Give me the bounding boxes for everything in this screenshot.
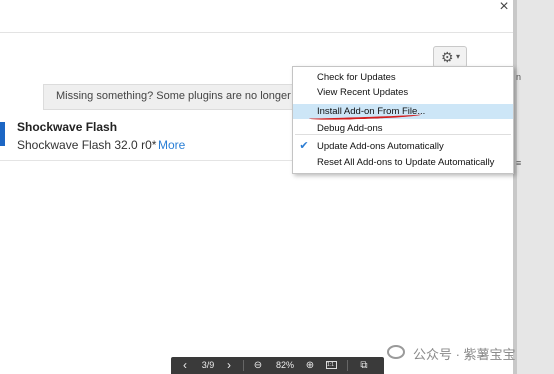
gear-icon: ⚙ xyxy=(441,49,454,65)
tools-gear-button[interactable]: ⚙ ▾ xyxy=(433,46,467,68)
plugin-icon xyxy=(0,122,5,146)
toolbar-separator xyxy=(243,360,244,371)
edge-fragment-2: ≡ xyxy=(516,158,522,168)
tools-dropdown-menu: Check for Updates View Recent Updates In… xyxy=(292,66,514,174)
edge-fragment: n xyxy=(516,72,522,82)
window-edge xyxy=(517,0,554,374)
zoom-in-icon[interactable]: ⊕ xyxy=(303,359,317,372)
list-divider xyxy=(0,160,300,161)
prev-page-icon[interactable]: ‹ xyxy=(179,359,191,372)
plugins-notice-banner: Missing something? Some plugins are no l… xyxy=(43,84,303,110)
watermark: 公众号 · 紫薯宝宝 xyxy=(383,343,543,363)
close-icon[interactable]: × xyxy=(495,0,513,16)
addons-page: × ⚙ ▾ Missing something? Some plugins ar… xyxy=(0,0,515,374)
watermark-text: 公众号 · 紫薯宝宝 xyxy=(413,347,516,362)
menu-item-reset-auto-update[interactable]: Reset All Add-ons to Update Automaticall… xyxy=(293,155,513,170)
plugin-version: Shockwave Flash 32.0 r0* xyxy=(17,138,157,152)
notice-text: Missing something? Some plugins are no l… xyxy=(56,90,302,102)
menu-item-update-automatically[interactable]: ✔ Update Add-ons Automatically xyxy=(293,139,513,154)
toolbar-separator xyxy=(347,360,348,371)
plugin-more-link[interactable]: More xyxy=(158,138,185,152)
copy-icon[interactable]: ⧉ xyxy=(357,359,371,372)
wechat-logo-icon xyxy=(387,345,405,359)
page-indicator: 3/9 xyxy=(201,360,215,370)
zoom-out-icon[interactable]: ⊖ xyxy=(251,359,265,372)
menu-item-label: Update Add-ons Automatically xyxy=(317,141,444,152)
menu-item-view-recent-updates[interactable]: View Recent Updates xyxy=(293,85,513,100)
plugin-name: Shockwave Flash xyxy=(17,120,118,134)
menu-separator xyxy=(295,134,511,135)
actual-size-icon[interactable]: 1:1 xyxy=(326,361,337,369)
image-viewer-toolbar: ‹ 3/9 › ⊖ 82% ⊕ 1:1 ⧉ xyxy=(171,357,384,374)
zoom-level: 82% xyxy=(275,360,294,370)
menu-item-check-updates[interactable]: Check for Updates xyxy=(293,70,513,85)
next-page-icon[interactable]: › xyxy=(223,359,235,372)
menu-item-label: Check for Updates xyxy=(317,72,396,83)
menu-item-label: View Recent Updates xyxy=(317,87,409,98)
menu-item-label: Reset All Add-ons to Update Automaticall… xyxy=(317,157,495,168)
checkmark-icon: ✔ xyxy=(299,140,309,152)
top-bar xyxy=(0,0,515,33)
chevron-down-icon: ▾ xyxy=(456,52,461,61)
